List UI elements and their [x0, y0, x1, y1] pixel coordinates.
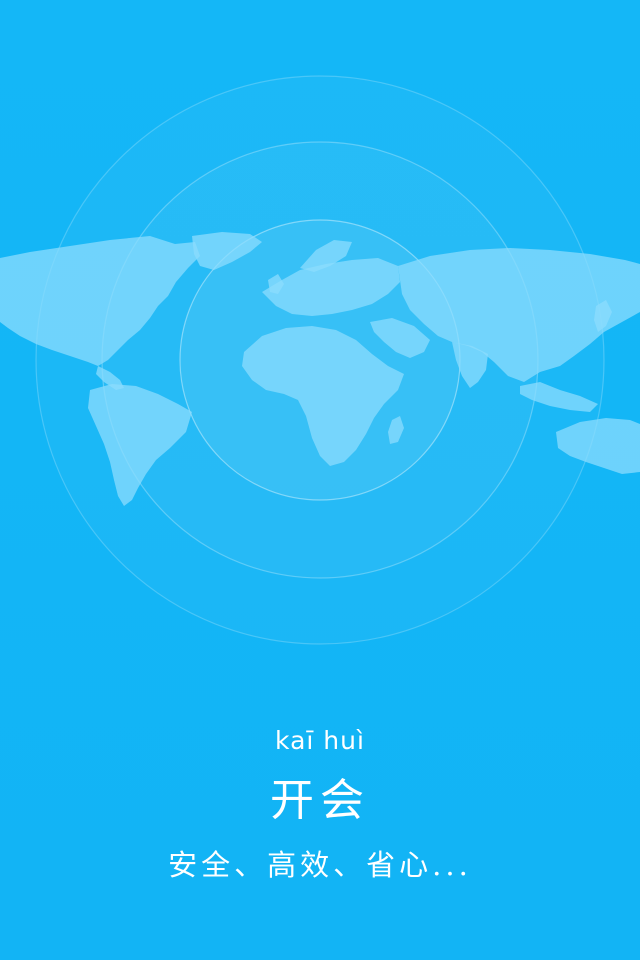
app-slogan: 安全、高效、省心...	[168, 848, 472, 882]
app-name: 开会	[270, 775, 370, 826]
world-map-illustration	[0, 75, 640, 645]
app-name-pinyin: kaī huì	[275, 726, 365, 755]
splash-screen: kaī huì 开会 安全、高效、省心...	[0, 0, 640, 960]
